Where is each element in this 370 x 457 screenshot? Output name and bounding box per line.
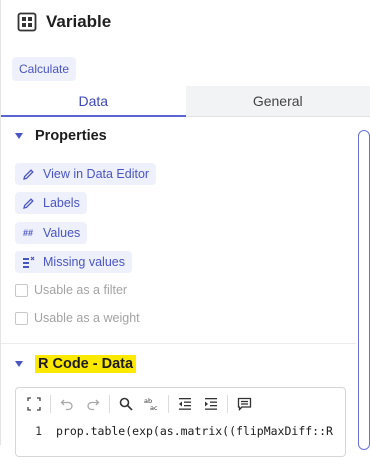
comment-icon[interactable] bbox=[234, 394, 254, 414]
hash-icon: ## bbox=[21, 226, 35, 240]
tab-data[interactable]: Data bbox=[1, 86, 186, 117]
pencil-icon bbox=[21, 196, 35, 210]
usable-as-weight-checkbox[interactable]: Usable as a weight bbox=[15, 311, 140, 325]
panel-header: Variable bbox=[17, 12, 111, 32]
missing-values-icon bbox=[21, 255, 35, 269]
replace-icon[interactable]: ab ac bbox=[142, 394, 162, 414]
indent-icon[interactable] bbox=[201, 394, 221, 414]
caret-down-icon bbox=[15, 361, 23, 367]
chip-label: Labels bbox=[43, 196, 80, 210]
r-code-section-header[interactable]: R Code - Data bbox=[15, 355, 136, 373]
variable-panel: Variable Calculate Data General Properti… bbox=[0, 0, 370, 445]
values-button[interactable]: ## Values bbox=[15, 222, 87, 244]
toolbar-separator bbox=[168, 395, 169, 413]
toolbar-separator bbox=[109, 395, 110, 413]
calculate-button[interactable]: Calculate bbox=[12, 57, 76, 81]
scrollbar[interactable] bbox=[358, 130, 370, 450]
tab-bar: Data General bbox=[1, 86, 370, 117]
labels-button[interactable]: Labels bbox=[15, 192, 87, 214]
chip-label: View in Data Editor bbox=[43, 167, 149, 181]
properties-title: Properties bbox=[35, 128, 107, 144]
section-divider bbox=[1, 343, 356, 344]
checkbox-label: Usable as a filter bbox=[34, 283, 127, 297]
code-editor[interactable]: ab ac bbox=[15, 387, 346, 457]
search-icon[interactable] bbox=[116, 394, 136, 414]
page-title: Variable bbox=[46, 12, 111, 32]
checkbox-box[interactable] bbox=[15, 284, 28, 297]
checkbox-box[interactable] bbox=[15, 312, 28, 325]
caret-down-icon bbox=[15, 133, 23, 139]
pencil-icon bbox=[21, 167, 35, 181]
toolbar-separator bbox=[50, 395, 51, 413]
usable-as-filter-checkbox[interactable]: Usable as a filter bbox=[15, 283, 127, 297]
checkbox-label: Usable as a weight bbox=[34, 311, 140, 325]
properties-section-header[interactable]: Properties bbox=[15, 128, 107, 144]
tab-general[interactable]: General bbox=[186, 86, 370, 117]
line-number: 1 bbox=[16, 424, 56, 442]
outdent-icon[interactable] bbox=[175, 394, 195, 414]
svg-text:ac: ac bbox=[150, 404, 158, 411]
editor-toolbar: ab ac bbox=[16, 388, 345, 420]
redo-icon[interactable] bbox=[83, 394, 103, 414]
chip-label: Missing values bbox=[43, 255, 125, 269]
expand-icon[interactable] bbox=[24, 394, 44, 414]
missing-values-button[interactable]: Missing values bbox=[15, 251, 132, 273]
code-text[interactable]: prop.table(exp(as.matrix((flipMaxDiff::R bbox=[56, 424, 333, 442]
undo-icon[interactable] bbox=[57, 394, 77, 414]
r-code-title: R Code - Data bbox=[35, 355, 136, 373]
toolbar-separator bbox=[227, 395, 228, 413]
code-line[interactable]: 1 prop.table(exp(as.matrix((flipMaxDiff:… bbox=[16, 424, 345, 442]
grid-icon bbox=[17, 12, 37, 32]
chip-label: Values bbox=[43, 226, 80, 240]
view-in-data-editor-button[interactable]: View in Data Editor bbox=[15, 163, 156, 185]
